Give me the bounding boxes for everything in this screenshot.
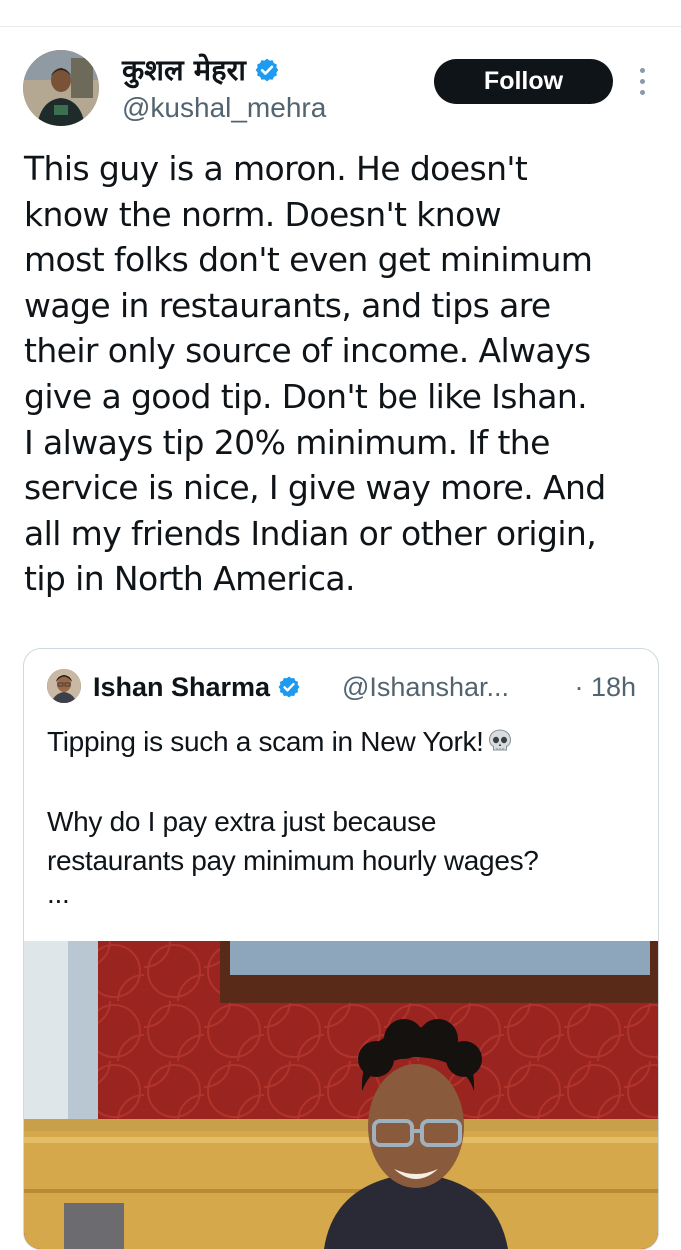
quoted-text-line-1: Tipping is such a scam in New York! — [47, 726, 484, 757]
quoted-tweet-card[interactable]: Ishan Sharma @Ishanshar... · 18h Tipping… — [23, 648, 659, 1250]
verified-badge-icon — [278, 676, 300, 698]
quoted-photo[interactable] — [24, 941, 658, 1249]
quoted-author-name[interactable]: Ishan Sharma — [93, 670, 301, 704]
author-handle[interactable]: @kushal_mehra — [122, 91, 326, 125]
tweet-line: all my friends Indian or other origin, — [24, 513, 597, 553]
author-avatar[interactable] — [23, 50, 99, 126]
top-divider — [0, 26, 681, 27]
quoted-text-line-4: ... — [47, 878, 70, 909]
quoted-author-handle[interactable]: @Ishanshar... — [342, 670, 509, 704]
verified-badge-icon — [255, 58, 279, 82]
author-name[interactable]: कुशल मेहरा — [122, 52, 280, 88]
tweet-line: I always tip 20% minimum. If the — [24, 422, 550, 462]
tweet-line: service is nice, I give way more. And — [24, 468, 606, 508]
quoted-timestamp[interactable]: · 18h — [574, 670, 636, 704]
tweet-line: know the norm. Doesn't know — [24, 194, 502, 234]
tweet-line: wage in restaurants, and tips are — [24, 285, 551, 325]
quoted-author-avatar[interactable] — [47, 669, 81, 703]
author-name-text[interactable]: कुशल मेहरा — [122, 52, 246, 88]
skull-icon — [488, 729, 511, 751]
more-options-icon[interactable] — [636, 68, 648, 98]
tweet-line: tip in North America. — [24, 559, 356, 599]
tweet-line: This guy is a moron. He doesn't — [24, 149, 528, 188]
quoted-text-line-2: Why do I pay extra just because — [47, 806, 437, 837]
quoted-text-line: Tipping is such a scam in New York! — [47, 723, 514, 761]
quoted-text-line-3: restaurants pay minimum hourly wages? — [47, 845, 539, 876]
tweet-line: most folks don't even get minimum — [24, 240, 593, 280]
tweet-text: This guy is a moron. He doesn't know the… — [24, 146, 664, 602]
tweet-line: give a good tip. Don't be like Ishan. — [24, 376, 588, 416]
tweet-line: their only source of income. Always — [24, 331, 591, 371]
quoted-author-name-text[interactable]: Ishan Sharma — [93, 670, 270, 704]
follow-button[interactable]: Follow — [434, 59, 613, 104]
